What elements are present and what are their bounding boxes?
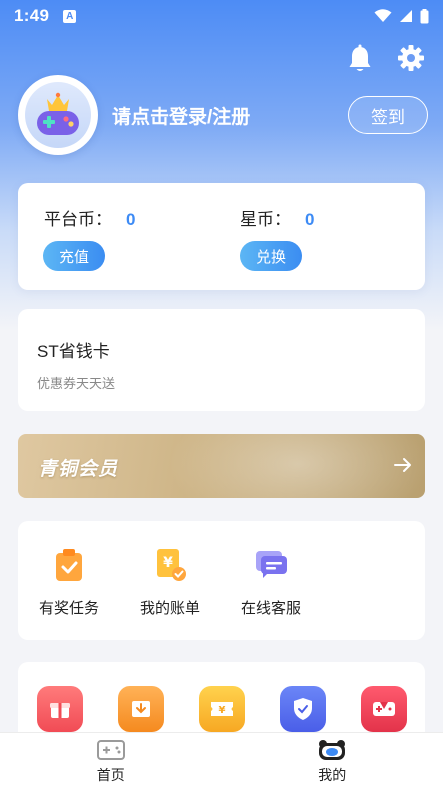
exchange-button[interactable]: 兑换: [240, 241, 302, 271]
notification-app-icon: A: [63, 9, 77, 23]
login-register-link[interactable]: 请点击登录/注册: [112, 102, 250, 129]
nav-home-label: 首页: [96, 767, 125, 783]
saver-card-title: ST省钱卡: [37, 342, 110, 361]
profile-bear-icon: [319, 740, 346, 760]
bottom-navigation: 首页 我的: [0, 732, 443, 789]
gamepad-icon: [373, 702, 395, 716]
tool-gamepad[interactable]: [361, 686, 407, 732]
membership-title: 青铜会员: [38, 459, 119, 480]
star-coin-label: 星币：: [240, 210, 291, 229]
star-coin-row: 星币： 0: [240, 205, 314, 230]
saver-card-subtitle: 优惠券天天送: [37, 376, 116, 391]
avatar-image: [25, 82, 91, 148]
star-coin-value: 0: [305, 210, 315, 229]
gear-icon[interactable]: [397, 44, 425, 72]
tool-coupon[interactable]: ¥: [199, 686, 245, 732]
status-time: 1:49: [14, 6, 50, 25]
bell-icon[interactable]: [347, 44, 373, 74]
tool-download[interactable]: [118, 686, 164, 732]
recharge-button[interactable]: 充值: [43, 241, 105, 271]
gamepad-outline-icon: [96, 740, 125, 760]
status-indicators: [374, 8, 429, 24]
tool-shield[interactable]: [280, 686, 326, 732]
wallet-card: 平台币： 0 星币： 0 充值 兑换: [18, 183, 425, 290]
signal-icon: [400, 10, 412, 22]
wifi-icon: [374, 9, 392, 22]
membership-banner[interactable]: 青铜会员: [18, 434, 425, 498]
profile-header: 请点击登录/注册 签到: [18, 75, 428, 155]
nav-mine-label: 我的: [318, 767, 347, 783]
bill-icon: ¥: [157, 549, 186, 581]
platform-coin-label: 平台币：: [44, 210, 112, 229]
saver-card[interactable]: ST省钱卡 优惠券天天送: [18, 309, 425, 411]
crown-gamepad-icon: [37, 92, 79, 135]
nav-mine[interactable]: 我的: [222, 733, 443, 789]
service-online-support[interactable]: 在线客服: [231, 547, 311, 618]
battery-icon: [420, 8, 429, 23]
gift-icon: [50, 703, 70, 718]
coupon-icon: ¥: [211, 702, 233, 716]
avatar[interactable]: [18, 75, 98, 155]
checkin-button[interactable]: 签到: [348, 96, 428, 134]
arrow-right-icon: [394, 458, 411, 472]
task-clipboard-icon: [56, 549, 82, 581]
download-box-icon: [132, 701, 150, 717]
services-card: 有奖任务 ¥ 我的账单 在线客服: [18, 521, 425, 640]
status-bar: 1:49 A: [0, 0, 443, 32]
platform-coin-row: 平台币： 0: [44, 205, 135, 230]
customer-service-icon: [256, 551, 287, 578]
service-rewarded-tasks[interactable]: 有奖任务: [29, 547, 109, 618]
shield-icon: [294, 698, 312, 720]
service-label: 在线客服: [240, 600, 301, 617]
service-label: 有奖任务: [38, 600, 99, 617]
nav-home[interactable]: 首页: [0, 733, 222, 789]
top-actions: [347, 44, 425, 74]
service-my-bill[interactable]: ¥ 我的账单: [130, 547, 210, 618]
svg-text:¥: ¥: [219, 705, 226, 716]
platform-coin-value: 0: [126, 210, 136, 229]
service-label: 我的账单: [139, 600, 200, 617]
svg-text:¥: ¥: [163, 555, 173, 571]
tool-gift[interactable]: [37, 686, 83, 732]
